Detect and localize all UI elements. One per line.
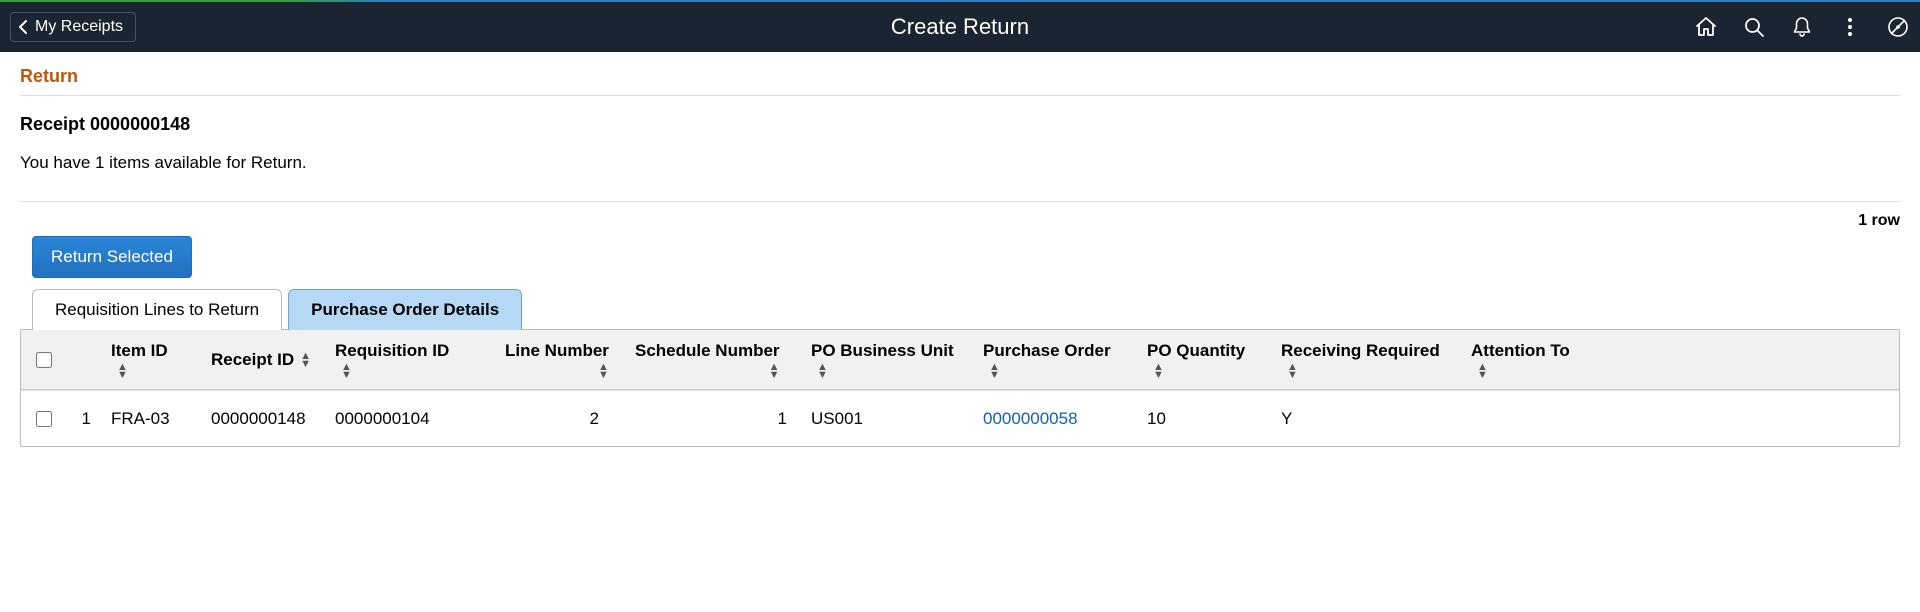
column-line-number[interactable]: Line Number ▲▼ — [495, 333, 625, 387]
table-row: 1 FRA-03 0000000148 0000000104 2 1 US001… — [21, 390, 1899, 446]
cell-receiving-required: Y — [1271, 401, 1461, 437]
notifications-icon[interactable] — [1790, 15, 1814, 39]
sort-icon[interactable]: ▲▼ — [1477, 363, 1570, 379]
search-icon[interactable] — [1742, 15, 1766, 39]
column-schedule-number-label: Schedule Number — [635, 341, 780, 361]
data-grid: Item ID ▲▼ Receipt ID ▲▼ Requisition ID … — [20, 329, 1900, 447]
divider — [20, 201, 1900, 202]
sort-icon[interactable]: ▲▼ — [1287, 363, 1440, 379]
column-purchase-order[interactable]: Purchase Order ▲▼ — [973, 333, 1137, 387]
cell-item-id: FRA-03 — [101, 401, 201, 437]
header-icons — [1694, 15, 1910, 39]
column-item-id-label: Item ID — [111, 341, 168, 361]
column-receiving-required[interactable]: Receiving Required ▲▼ — [1271, 333, 1461, 387]
cell-po-business-unit: US001 — [801, 401, 973, 437]
more-icon[interactable] — [1838, 15, 1862, 39]
sort-icon[interactable]: ▲▼ — [341, 363, 449, 379]
column-receipt-id[interactable]: Receipt ID ▲▼ — [201, 342, 325, 378]
tab-requisition-lines[interactable]: Requisition Lines to Return — [32, 289, 282, 330]
row-count-label: 1 row — [20, 212, 1900, 230]
column-po-business-unit[interactable]: PO Business Unit ▲▼ — [801, 333, 973, 387]
sort-icon[interactable]: ▲▼ — [117, 363, 168, 379]
column-line-number-label: Line Number — [505, 341, 609, 361]
tab-bar: Requisition Lines to Return Purchase Ord… — [32, 288, 1900, 329]
column-requisition-id[interactable]: Requisition ID ▲▼ — [325, 333, 495, 387]
column-requisition-id-label: Requisition ID — [335, 341, 449, 361]
row-select-checkbox[interactable] — [36, 411, 52, 427]
content-area: Return Receipt 0000000148 You have 1 ite… — [0, 52, 1920, 461]
column-attention-to-label: Attention To — [1471, 341, 1570, 361]
purchase-order-link[interactable]: 0000000058 — [983, 409, 1078, 429]
column-po-quantity[interactable]: PO Quantity ▲▼ — [1137, 333, 1271, 387]
column-rownum — [67, 352, 101, 368]
cell-receipt-id: 0000000148 — [201, 401, 325, 437]
column-purchase-order-label: Purchase Order — [983, 341, 1111, 361]
row-number: 1 — [67, 401, 101, 437]
column-attention-to[interactable]: Attention To ▲▼ — [1461, 333, 1585, 387]
sort-icon[interactable]: ▲▼ — [769, 363, 780, 379]
compass-icon[interactable] — [1886, 15, 1910, 39]
sort-icon[interactable]: ▲▼ — [817, 363, 954, 379]
select-all-checkbox[interactable] — [36, 352, 52, 368]
column-receipt-id-label: Receipt ID — [211, 350, 294, 370]
cell-po-quantity: 10 — [1137, 401, 1271, 437]
receipt-label: Receipt 0000000148 — [20, 114, 1900, 135]
home-icon[interactable] — [1694, 15, 1718, 39]
cell-purchase-order: 0000000058 — [973, 401, 1137, 437]
return-selected-button[interactable]: Return Selected — [32, 236, 192, 278]
row-select-cell — [21, 403, 67, 435]
select-all-cell — [21, 344, 67, 376]
column-po-quantity-label: PO Quantity — [1147, 341, 1245, 361]
column-schedule-number[interactable]: Schedule Number ▲▼ — [625, 333, 801, 387]
sort-icon[interactable]: ▲▼ — [300, 352, 311, 368]
page-title: Create Return — [891, 14, 1029, 40]
sort-icon[interactable]: ▲▼ — [598, 363, 609, 379]
column-item-id[interactable]: Item ID ▲▼ — [101, 333, 201, 387]
tab-purchase-order-details[interactable]: Purchase Order Details — [288, 289, 522, 330]
chevron-left-icon — [17, 19, 29, 35]
header-bar: My Receipts Create Return — [0, 2, 1920, 52]
sort-icon[interactable]: ▲▼ — [1153, 363, 1245, 379]
cell-requisition-id: 0000000104 — [325, 401, 495, 437]
column-po-business-unit-label: PO Business Unit — [811, 341, 954, 361]
cell-line-number: 2 — [495, 401, 625, 437]
cell-attention-to — [1461, 411, 1585, 427]
grid-header-row: Item ID ▲▼ Receipt ID ▲▼ Requisition ID … — [21, 330, 1899, 390]
section-title: Return — [20, 66, 1900, 96]
sort-icon[interactable]: ▲▼ — [989, 363, 1111, 379]
column-receiving-required-label: Receiving Required — [1281, 341, 1440, 361]
cell-schedule-number: 1 — [625, 401, 801, 437]
back-button[interactable]: My Receipts — [10, 12, 136, 42]
back-button-label: My Receipts — [35, 18, 123, 36]
items-available-message: You have 1 items available for Return. — [20, 153, 1900, 197]
